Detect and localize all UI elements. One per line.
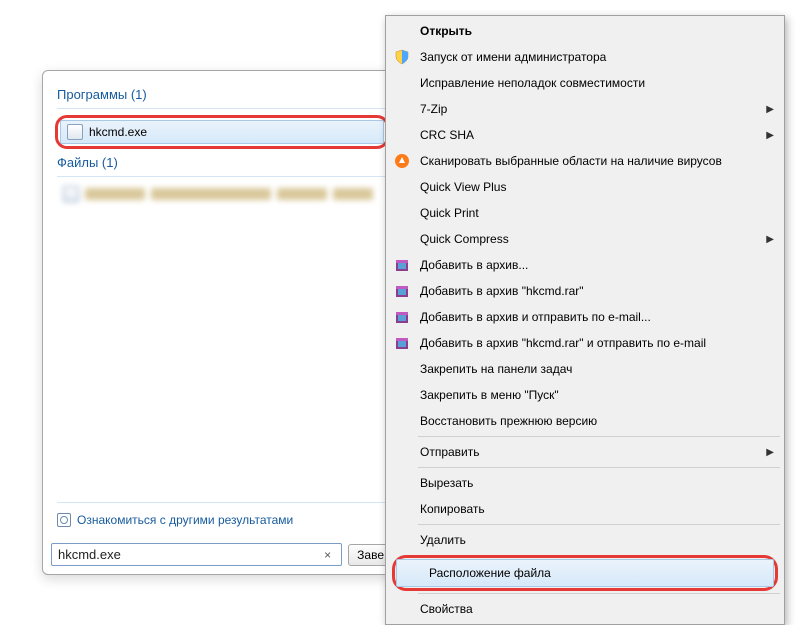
result-label: hkcmd.exe <box>89 125 147 139</box>
search-icon <box>57 513 71 527</box>
blank-icon <box>390 22 414 40</box>
more-results-label: Ознакомиться с другими результатами <box>77 513 293 527</box>
blank-icon <box>390 500 414 518</box>
menu-separator <box>418 524 780 525</box>
blank-icon <box>399 564 423 582</box>
chevron-right-icon: ▶ <box>766 447 774 458</box>
menu-open[interactable]: Открыть <box>388 18 782 44</box>
shield-icon <box>390 48 414 66</box>
blurred-file-result[interactable] <box>57 183 387 205</box>
blank-icon <box>390 531 414 549</box>
avast-icon <box>390 152 414 170</box>
divider <box>57 176 387 177</box>
blank-icon <box>390 74 414 92</box>
menu-separator <box>418 467 780 468</box>
menu-copy[interactable]: Копировать <box>388 496 782 522</box>
menu-separator <box>418 593 780 594</box>
context-menu: Открыть Запуск от имени администратора И… <box>385 15 785 625</box>
menu-quick-compress[interactable]: Quick Compress ▶ <box>388 226 782 252</box>
search-results-panel: Программы (1) hkcmd.exe Файлы (1) Ознако… <box>42 70 402 575</box>
blank-icon <box>390 386 414 404</box>
divider <box>57 502 387 503</box>
menu-scan-virus[interactable]: Сканировать выбранные области на наличие… <box>388 148 782 174</box>
rar-icon <box>390 256 414 274</box>
chevron-right-icon: ▶ <box>766 104 774 115</box>
app-icon <box>67 124 83 140</box>
blank-icon <box>390 474 414 492</box>
rar-icon <box>390 334 414 352</box>
menu-pin-start[interactable]: Закрепить в меню "Пуск" <box>388 382 782 408</box>
highlight-frame: hkcmd.exe <box>55 115 389 149</box>
menu-run-as-admin[interactable]: Запуск от имени администратора <box>388 44 782 70</box>
rar-icon <box>390 282 414 300</box>
rar-icon <box>390 308 414 326</box>
menu-crc-sha[interactable]: CRC SHA ▶ <box>388 122 782 148</box>
menu-7zip[interactable]: 7-Zip ▶ <box>388 96 782 122</box>
menu-file-location[interactable]: Расположение файла <box>396 559 774 587</box>
search-result-hkcmd[interactable]: hkcmd.exe <box>60 120 384 144</box>
blank-icon <box>390 126 414 144</box>
blank-icon <box>390 443 414 461</box>
menu-archive-send-email[interactable]: Добавить в архив и отправить по e-mail..… <box>388 304 782 330</box>
file-icon <box>63 186 79 202</box>
blank-icon <box>390 230 414 248</box>
blank-icon <box>390 360 414 378</box>
menu-add-archive-named[interactable]: Добавить в архив "hkcmd.rar" <box>388 278 782 304</box>
menu-properties[interactable]: Свойства <box>388 596 782 622</box>
menu-archive-named-send-email[interactable]: Добавить в архив "hkcmd.rar" и отправить… <box>388 330 782 356</box>
blank-icon <box>390 178 414 196</box>
group-header-files: Файлы (1) <box>57 155 387 170</box>
search-input[interactable] <box>58 547 320 562</box>
group-header-programs: Программы (1) <box>57 87 387 102</box>
search-box[interactable]: × <box>51 543 342 566</box>
blank-icon <box>390 412 414 430</box>
divider <box>57 108 387 109</box>
blank-icon <box>390 600 414 618</box>
menu-cut[interactable]: Вырезать <box>388 470 782 496</box>
menu-send-to[interactable]: Отправить ▶ <box>388 439 782 465</box>
menu-pin-taskbar[interactable]: Закрепить на панели задач <box>388 356 782 382</box>
menu-add-archive[interactable]: Добавить в архив... <box>388 252 782 278</box>
chevron-right-icon: ▶ <box>766 130 774 141</box>
menu-delete[interactable]: Удалить <box>388 527 782 553</box>
menu-quick-print[interactable]: Quick Print <box>388 200 782 226</box>
menu-restore-version[interactable]: Восстановить прежнюю версию <box>388 408 782 434</box>
highlight-frame: Расположение файла <box>392 555 778 591</box>
more-results-link[interactable]: Ознакомиться с другими результатами <box>51 507 393 533</box>
menu-separator <box>418 436 780 437</box>
blank-icon <box>390 204 414 222</box>
search-row: × Заве <box>51 543 393 566</box>
menu-troubleshoot[interactable]: Исправление неполадок совместимости <box>388 70 782 96</box>
blank-icon <box>390 100 414 118</box>
chevron-right-icon: ▶ <box>766 234 774 245</box>
menu-quick-view[interactable]: Quick View Plus <box>388 174 782 200</box>
clear-search-icon[interactable]: × <box>320 548 335 562</box>
